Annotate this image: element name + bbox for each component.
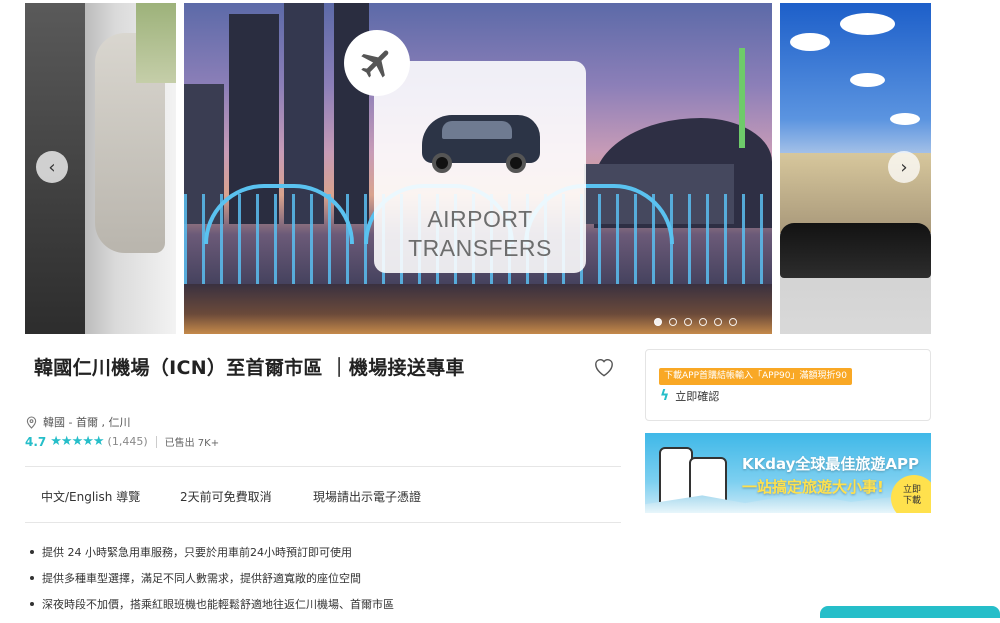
list-item: 提供 24 小時緊急用車服務，只要於用車前24小時預訂即可使用 <box>30 545 394 559</box>
feature-e-voucher: 現場請出示電子憑證 <box>313 490 422 504</box>
carousel-dot[interactable] <box>684 318 692 326</box>
banner-subheadline: 一站搞定旅遊大小事! <box>742 478 884 496</box>
airport-transfer-card: AIRPORT TRANSFERS <box>374 61 586 273</box>
review-count[interactable]: (1,445) <box>108 435 148 448</box>
carousel-dot[interactable] <box>654 318 662 326</box>
carousel-dot[interactable] <box>669 318 677 326</box>
rating-summary: 4.7 ★★★★★ (1,445) 已售出 7K+ <box>25 434 219 449</box>
chat-widget-tab[interactable] <box>820 606 1000 618</box>
promo-tag[interactable]: 下載APP首購結帳輸入「APP90」滿額現折90 <box>659 368 852 385</box>
location-pin-icon <box>26 415 37 429</box>
carousel-prev-button[interactable]: ‹ <box>36 151 68 183</box>
carousel-dot[interactable] <box>714 318 722 326</box>
list-item: 深夜時段不加價，搭乘紅眼班機也能輕鬆舒適地往返仁川機場、首爾市區 <box>30 597 394 611</box>
rating-score: 4.7 <box>25 434 47 449</box>
banner-headline: KKday全球最佳旅遊APP <box>742 455 920 473</box>
divider <box>25 466 621 467</box>
lightning-icon: ϟ <box>660 388 670 404</box>
airplane-icon <box>344 30 410 96</box>
divider <box>25 522 621 523</box>
van-icon <box>422 105 540 175</box>
instant-confirm-label: 立即確認 <box>675 390 720 403</box>
list-item: 提供多種車型選擇，滿足不同人數需求，提供舒適寬敞的座位空間 <box>30 571 394 585</box>
location: 韓國 - 首爾 , 仁川 <box>26 414 130 430</box>
card-title-line2: TRANSFERS <box>408 235 552 261</box>
sold-count: 已售出 7K+ <box>164 438 220 449</box>
feature-guide-language: 中文/English 導覽 <box>41 490 141 504</box>
product-title: 韓國仁川機場（ICN）至首爾市區 ｜機場接送專車 <box>34 357 465 379</box>
download-now-badge[interactable]: 立即 下載 <box>891 475 931 513</box>
location-text: 韓國 - 首爾 , 仁川 <box>43 416 131 429</box>
wishlist-heart-icon[interactable] <box>593 357 615 377</box>
app-download-banner[interactable]: KKday全球最佳旅遊APP 一站搞定旅遊大小事! 立即 下載 <box>645 433 931 513</box>
chevron-left-icon: ‹ <box>48 156 56 178</box>
carousel-dot[interactable] <box>729 318 737 326</box>
card-title-line1: AIRPORT <box>427 206 533 232</box>
booking-panel: 下載APP首購結帳輸入「APP90」滿額現折90 ϟ 立即確認 <box>645 349 931 421</box>
carousel-pagination[interactable] <box>654 318 737 326</box>
chevron-right-icon: › <box>900 156 908 178</box>
image-carousel[interactable]: AIRPORT TRANSFERS ‹ › <box>0 0 1000 334</box>
carousel-next-button[interactable]: › <box>888 151 920 183</box>
star-rating-icon: ★★★★★ <box>50 434 104 449</box>
carousel-dot[interactable] <box>699 318 707 326</box>
feature-free-cancel: 2天前可免費取消 <box>180 490 272 504</box>
carousel-slide-current[interactable]: AIRPORT TRANSFERS <box>184 3 772 334</box>
instant-confirm: ϟ 立即確認 <box>660 388 719 404</box>
feature-list: 中文/English 導覽 2天前可免費取消 現場請出示電子憑證 <box>41 488 421 505</box>
highlights-list: 提供 24 小時緊急用車服務，只要於用車前24小時預訂即可使用 提供多種車型選擇… <box>30 545 394 623</box>
